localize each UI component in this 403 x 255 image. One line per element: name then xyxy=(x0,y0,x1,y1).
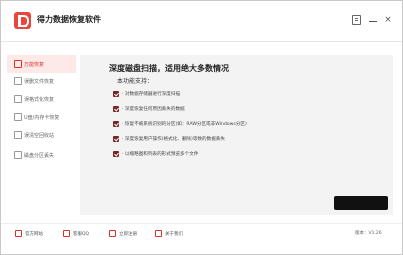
minimize-button[interactable] xyxy=(368,15,378,25)
sidebar-item-label: 误删文件恢复 xyxy=(24,79,55,85)
format-icon xyxy=(14,95,22,103)
usb-drive-icon xyxy=(14,113,22,121)
close-button[interactable]: × xyxy=(383,15,393,25)
sidebar-item-universal-recovery[interactable]: 万能恢复 xyxy=(7,55,76,73)
sidebar-item-deleted-files[interactable]: 误删文件恢复 xyxy=(7,72,76,90)
minimize-icon xyxy=(369,21,377,22)
bottom-bar: 官方网站 客服QQ 立即注册 关于我们 版本：V1.26 xyxy=(1,223,402,255)
bottom-link-label: 官方网站 xyxy=(25,232,43,237)
checkbox-icon xyxy=(113,106,119,112)
title-bar: 得力数据恢复软件 × xyxy=(1,1,402,42)
sidebar-item-format-recovery[interactable]: 误格式化恢复 xyxy=(7,90,76,108)
deleted-file-icon xyxy=(14,77,22,85)
checkbox-icon xyxy=(113,91,119,97)
sidebar-item-recycle-bin[interactable]: 误清空回收站 xyxy=(7,126,76,144)
universal-recovery-icon xyxy=(14,60,22,68)
register-icon xyxy=(109,230,116,237)
sidebar-item-label: 误格式化恢复 xyxy=(24,97,55,103)
checkbox-icon xyxy=(113,136,119,142)
sidebar: 万能恢复 误删文件恢复 误格式化恢复 U盘/内存卡恢复 误清空回收站 磁盘分区丢… xyxy=(1,42,77,222)
feature-text: · 恢复不被系统识别的分区(如：RAW分区或非Windows分区) xyxy=(122,122,247,127)
app-window: 得力数据恢复软件 × 万能恢复 误删文件恢复 误格式化恢复 U盘/内存卡恢复 误… xyxy=(0,0,403,255)
sidebar-item-usb-card[interactable]: U盘/内存卡恢复 xyxy=(7,108,76,126)
feature-text: · 深度恢复任何原因丢失的数据 xyxy=(122,107,185,112)
official-website-link[interactable]: 官方网站 xyxy=(15,230,43,237)
bottom-link-label: 立即注册 xyxy=(119,232,137,237)
sidebar-item-label: U盘/内存卡恢复 xyxy=(24,115,60,121)
feature-text: · 对数据存储器进行深度扫描 xyxy=(122,92,181,97)
sidebar-item-label: 万能恢复 xyxy=(24,62,45,68)
sidebar-item-label: 误清空回收站 xyxy=(24,133,55,139)
panel-heading: 深度磁盘扫描，适用绝大多数情况 xyxy=(109,64,229,73)
info-icon xyxy=(155,230,162,237)
app-title: 得力数据恢复软件 xyxy=(37,15,101,24)
register-link[interactable]: 立即注册 xyxy=(109,230,137,237)
disk-partition-icon xyxy=(14,151,22,159)
checkbox-icon xyxy=(113,151,119,157)
bottom-link-label: 关于我们 xyxy=(165,232,183,237)
chat-icon xyxy=(63,230,70,237)
feature-text: · 深度恢复用户操作(格式化、删除)等致的数据丢失 xyxy=(122,137,225,142)
sidebar-item-label: 磁盘分区丢失 xyxy=(24,153,55,159)
menu-button[interactable] xyxy=(351,15,361,25)
sidebar-item-partition-lost[interactable]: 磁盘分区丢失 xyxy=(7,146,76,164)
menu-icon xyxy=(352,15,361,25)
feature-text: · 以缩略图和列表的形式预览多个文件 xyxy=(122,152,199,157)
checkbox-icon xyxy=(113,121,119,127)
main-panel: 深度磁盘扫描，适用绝大多数情况 本功能支持： · 对数据存储器进行深度扫描 · … xyxy=(80,55,393,215)
about-us-link[interactable]: 关于我们 xyxy=(155,230,183,237)
panel-subheading: 本功能支持： xyxy=(117,78,154,85)
home-icon xyxy=(15,230,22,237)
customer-service-qq-link[interactable]: 客服QQ xyxy=(63,230,89,237)
start-scan-button[interactable] xyxy=(334,196,388,210)
bottom-link-label: 客服QQ xyxy=(73,232,90,237)
app-logo-icon xyxy=(14,12,31,29)
recycle-bin-icon xyxy=(14,131,22,139)
version-label: 版本：V1.26 xyxy=(355,231,382,236)
